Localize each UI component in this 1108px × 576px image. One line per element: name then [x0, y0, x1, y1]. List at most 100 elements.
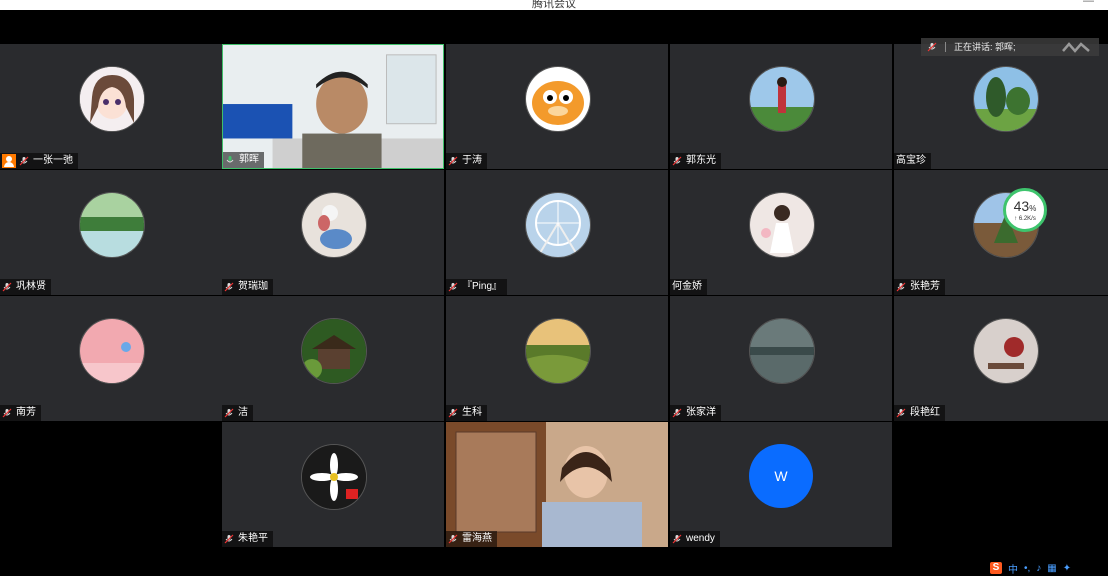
participant-label: 南芳	[0, 405, 41, 421]
mic-muted-icon	[896, 282, 906, 292]
participant-tile[interactable]: 一张一弛	[0, 44, 222, 169]
participant-tile[interactable]: 郭东光	[670, 44, 892, 169]
participant-tile[interactable]: 巩林贤	[0, 170, 222, 295]
participant-name: 段艳红	[910, 407, 940, 418]
participant-name: 朱艳平	[238, 533, 268, 544]
participant-label: 张家洋	[670, 405, 721, 421]
mic-muted-icon	[896, 408, 906, 418]
mic-muted-icon	[2, 282, 12, 292]
window-titlebar: 腾讯会议 —	[0, 0, 1108, 10]
window-title: 腾讯会议	[532, 0, 576, 10]
participant-tile[interactable]: 『Ping』	[446, 170, 668, 295]
participant-tile[interactable]: 张艳芳	[894, 170, 1108, 295]
participant-name: 张家洋	[686, 407, 716, 418]
participant-tile[interactable]: 于涛	[446, 44, 668, 169]
network-upload-speed: ↑ 6.2K/s	[1014, 215, 1036, 222]
participant-tile-video[interactable]: 郭晖	[222, 44, 444, 169]
video-feed	[446, 422, 668, 547]
participant-label: wendy	[670, 531, 720, 547]
microphone-icon[interactable]: ♪	[1036, 563, 1041, 574]
ime-language[interactable]: 中	[1008, 561, 1018, 576]
mic-muted-icon	[19, 156, 29, 166]
participant-tile[interactable]: 段艳红	[894, 296, 1108, 421]
mic-muted-icon	[672, 534, 682, 544]
mic-muted-icon	[672, 408, 682, 418]
participant-label: 雷海燕	[446, 531, 497, 547]
participant-label: 巩林贤	[0, 279, 51, 295]
host-icon	[2, 154, 16, 168]
mic-muted-icon	[224, 282, 234, 292]
participant-name: 巩林贤	[16, 281, 46, 292]
participant-label: 郭东光	[670, 153, 721, 169]
avatar	[79, 66, 145, 132]
avatar	[525, 66, 591, 132]
participant-name: 贺瑞珈	[238, 281, 268, 292]
mic-muted-icon	[224, 408, 234, 418]
minimize-button[interactable]: —	[1083, 0, 1094, 7]
participant-label: 一张一弛	[0, 153, 78, 169]
participant-tile[interactable]: 洁	[222, 296, 444, 421]
participant-tile[interactable]: 贺瑞珈	[222, 170, 444, 295]
mic-muted-icon	[448, 534, 458, 544]
network-percent: 43	[1013, 197, 1030, 214]
tencent-meeting-logo-icon	[1062, 42, 1090, 53]
participant-tile[interactable]: 生科	[446, 296, 668, 421]
participant-name: 郭晖	[239, 154, 259, 165]
participant-name: 郭东光	[686, 155, 716, 166]
avatar	[301, 444, 367, 510]
mic-active-icon	[226, 156, 234, 163]
avatar	[79, 192, 145, 258]
participant-label: 朱艳平	[222, 531, 273, 547]
avatar	[301, 318, 367, 384]
participant-tile[interactable]: 何金娇	[670, 170, 892, 295]
participant-tile[interactable]: 张家洋	[670, 296, 892, 421]
sogou-ime-icon[interactable]: S	[990, 562, 1002, 574]
participant-tile[interactable]: 朱艳平	[222, 422, 444, 547]
video-feed	[223, 45, 443, 168]
speaking-label: 正在讲话: 郭晖;	[954, 42, 1016, 52]
avatar	[973, 66, 1039, 132]
avatar	[749, 66, 815, 132]
participant-grid: 一张一弛 郭晖 于涛 郭东光 高宝珍 巩林贤 贺瑞珈 『Ping』 何金娇 张艳…	[0, 44, 1108, 550]
network-percent-unit: %	[1029, 203, 1037, 213]
avatar	[749, 192, 815, 258]
participant-name: 雷海燕	[462, 533, 492, 544]
participant-name: 何金娇	[672, 281, 702, 292]
participant-label: 于涛	[446, 153, 487, 169]
skin-icon[interactable]: ✦	[1063, 563, 1071, 574]
participant-label: 张艳芳	[894, 279, 945, 295]
mic-muted-icon	[448, 408, 458, 418]
avatar	[525, 318, 591, 384]
avatar	[749, 318, 815, 384]
participant-tile[interactable]: 南芳	[0, 296, 222, 421]
avatar-letter: W	[749, 444, 813, 508]
mic-muted-icon	[448, 156, 458, 166]
participant-name: 生科	[462, 407, 482, 418]
participant-label: 何金娇	[670, 279, 707, 295]
participant-name: 南芳	[16, 407, 36, 418]
participant-name: 『Ping』	[462, 281, 503, 292]
participant-name: wendy	[686, 533, 715, 544]
participant-label: 生科	[446, 405, 487, 421]
participant-name: 高宝珍	[896, 155, 926, 166]
mic-icon	[927, 42, 937, 52]
participant-tile-video[interactable]: 雷海燕	[446, 422, 668, 547]
participant-label: 『Ping』	[446, 279, 508, 295]
participant-label: 郭晖	[223, 152, 264, 168]
participant-name: 洁	[238, 407, 248, 418]
system-tray: S 中 •, ♪ ▦ ✦	[986, 560, 1108, 576]
participant-tile[interactable]: 高宝珍	[894, 44, 1108, 169]
participant-label: 洁	[222, 405, 253, 421]
network-speed-widget[interactable]: 43% ↑ 6.2K/s	[1003, 188, 1047, 232]
participant-name: 张艳芳	[910, 281, 940, 292]
mic-muted-icon	[2, 408, 12, 418]
keyboard-icon[interactable]: ▦	[1047, 563, 1056, 574]
mic-muted-icon	[224, 534, 234, 544]
participant-tile[interactable]: W wendy	[670, 422, 892, 547]
punctuation-icon[interactable]: •,	[1024, 563, 1030, 574]
avatar	[79, 318, 145, 384]
participant-name: 一张一弛	[33, 155, 73, 166]
speaking-indicator: 正在讲话: 郭晖;	[921, 38, 1099, 56]
avatar	[301, 192, 367, 258]
divider	[945, 42, 946, 52]
